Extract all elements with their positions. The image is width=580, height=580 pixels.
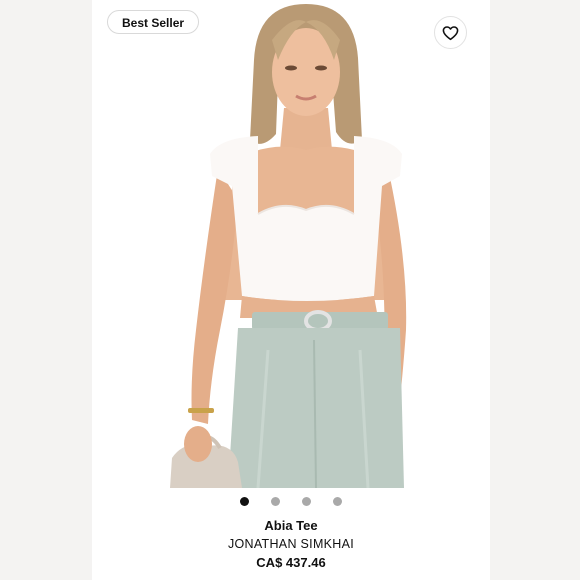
left-margin bbox=[0, 0, 92, 580]
product-card[interactable]: Best Seller Abia Tee JONATHAN SIMKHAI CA… bbox=[92, 0, 490, 580]
carousel-dot-4[interactable] bbox=[333, 497, 342, 506]
product-price: CA$ 437.46 bbox=[256, 555, 326, 570]
best-seller-badge: Best Seller bbox=[107, 10, 200, 34]
product-info: Abia Tee JONATHAN SIMKHAI CA$ 437.46 bbox=[92, 516, 490, 572]
favorite-button[interactable] bbox=[434, 16, 467, 49]
carousel-dot-3[interactable] bbox=[302, 497, 311, 506]
carousel-indicators bbox=[92, 497, 490, 507]
product-name[interactable]: Abia Tee bbox=[92, 516, 490, 535]
carousel-dot-1[interactable] bbox=[240, 497, 249, 506]
heart-icon bbox=[442, 25, 459, 40]
product-image[interactable] bbox=[92, 0, 490, 488]
carousel-dot-2[interactable] bbox=[271, 497, 280, 506]
product-brand[interactable]: JONATHAN SIMKHAI bbox=[92, 535, 490, 553]
right-margin bbox=[490, 0, 580, 580]
